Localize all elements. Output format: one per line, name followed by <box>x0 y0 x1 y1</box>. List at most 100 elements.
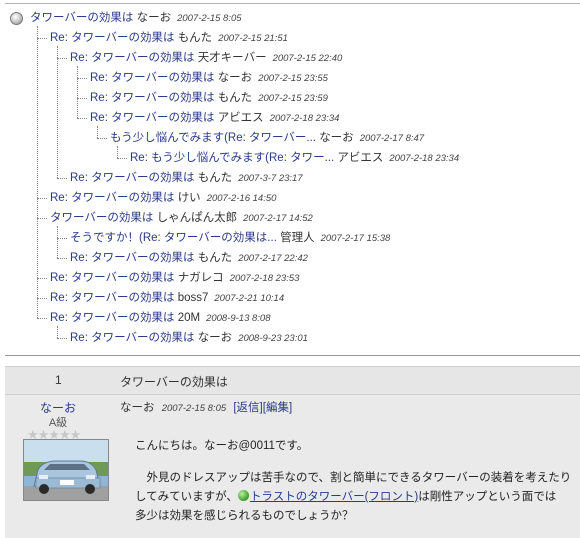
thread-item-date: 2007-2-17 22:42 <box>238 253 308 264</box>
thread-item[interactable]: Re: タワーバーの効果は もんた 2007-2-17 22:42 <box>70 250 308 266</box>
divider <box>5 3 580 4</box>
post-date: 2007-2-15 8:05 <box>161 403 227 414</box>
thread-item-author: アビエス <box>337 152 384 164</box>
thread-item[interactable]: Re: タワーバーの効果は もんた 2007-2-15 21:51 <box>50 30 288 46</box>
thread-item-subject[interactable]: Re: タワーバーの効果は <box>50 312 174 324</box>
thread-item-date: 2007-2-17 8:47 <box>359 133 425 144</box>
edit-link[interactable]: [編集] <box>263 402 292 414</box>
product-link[interactable]: トラストのタワーバー(フロント) <box>250 491 418 503</box>
thread-item-author: もんた <box>197 252 233 264</box>
thread-item[interactable]: Re: タワーバーの効果は アビエス 2007-2-18 23:34 <box>90 110 339 126</box>
thread-item[interactable]: Re: タワーバーの効果は boss7 2007-2-21 10:14 <box>50 290 284 306</box>
tree-connector <box>57 226 58 258</box>
tree-connector <box>77 98 87 99</box>
thread-item[interactable]: タワーバーの効果は なーお 2007-2-15 8:05 <box>30 10 242 26</box>
message-line: してみていますが、 トラストのタワーバー(フロント)は剛性アップという面では <box>135 488 575 507</box>
thread-item-date: 2007-2-17 14:52 <box>243 213 313 224</box>
thread-item[interactable]: Re: タワーバーの効果は 20M 2008-9-13 8:08 <box>50 310 271 326</box>
thread-item-author: しゃんぱん太郎 <box>156 212 238 224</box>
message-line: 外見のドレスアップは苦手なので、割と簡単にできるタワーバーの装着を考えたり <box>135 469 575 488</box>
thread-item-subject[interactable]: Re: タワーバーの効果は <box>70 252 194 264</box>
thread-item-date: 2007-2-15 23:55 <box>258 73 328 84</box>
thread-item[interactable]: Re: タワーバーの効果は なーお 2008-9-23 23:01 <box>70 330 308 346</box>
thread-item-date: 2008-9-23 23:01 <box>238 333 308 344</box>
thread-item-subject[interactable]: Re: タワーバーの効果は <box>50 192 174 204</box>
thread-item-date: 2007-2-18 23:34 <box>269 113 340 124</box>
thread-item-subject[interactable]: Re: もう少し悩んでみます(Re: タワー... <box>130 152 334 164</box>
thread-item[interactable]: Re: タワーバーの効果は 天才キーバー 2007-2-15 22:40 <box>70 50 342 66</box>
reply-link[interactable]: [返信] <box>233 402 262 414</box>
thread-item-author: もんた <box>197 172 233 184</box>
message-greeting: こんにちは。なーお@0011です。 <box>135 440 309 452</box>
thread-tree: タワーバーの効果は なーお 2007-2-15 8:05 Re: タワーバーの効果は… <box>0 0 580 358</box>
tree-connector <box>57 178 67 179</box>
tree-connector <box>57 258 67 259</box>
tree-connector <box>37 298 47 299</box>
thread-item-subject[interactable]: タワーバーの効果は <box>30 12 133 24</box>
thread-item-author: なーお <box>136 12 172 24</box>
tree-connector <box>57 326 58 338</box>
tree-connector <box>37 26 38 318</box>
thread-item-date: 2007-2-15 22:40 <box>272 53 343 64</box>
thread-item-subject[interactable]: Re: タワーバーの効果は <box>50 292 174 304</box>
thread-item-author: もんた <box>217 92 253 104</box>
message-text: 外見のドレスアップは苦手なので、割と簡単にできるタワーバーの装着を考えたり <box>146 472 572 484</box>
thread-item[interactable]: Re: もう少し悩んでみます(Re: タワー... アビエス 2007-2-18 … <box>130 150 459 166</box>
post-header: 1 タワーバーの効果は <box>5 366 580 395</box>
tree-connector <box>77 78 87 79</box>
thread-item-author: なーお <box>217 72 253 84</box>
tree-connector <box>97 138 107 139</box>
tree-connector <box>37 218 47 219</box>
thread-item-subject[interactable]: Re: タワーバーの効果は <box>50 272 174 284</box>
avatar <box>23 439 109 501</box>
tree-connector <box>57 238 67 239</box>
tree-connector <box>37 318 47 319</box>
thread-item-author: boss7 <box>177 292 209 304</box>
thread-item-author: なーお <box>319 132 354 144</box>
thread-item-date: 2007-2-18 23:34 <box>389 153 460 164</box>
thread-item[interactable]: Re: タワーバーの効果は もんた 2007-3-7 23:17 <box>70 170 303 186</box>
thread-item[interactable]: Re: タワーバーの効果は けい 2007-2-16 14:50 <box>50 190 276 206</box>
thread-item-subject[interactable]: Re: タワーバーの効果は <box>90 112 214 124</box>
thread-item-subject[interactable]: タワーバーの効果は <box>50 212 153 224</box>
tree-connector <box>77 66 78 118</box>
thread-item-date: 2007-2-18 23:53 <box>229 273 300 284</box>
tree-connector <box>57 338 67 339</box>
thread-item-subject[interactable]: Re: タワーバーの効果は <box>50 32 174 44</box>
thread-item-subject[interactable]: Re: タワーバーの効果は <box>70 52 194 64</box>
thread-item-subject[interactable]: そうですか！(Re: タワーバーの効果は... <box>70 232 277 244</box>
thread-item-author: ナガレコ <box>177 272 224 284</box>
thread-item-subject[interactable]: もう少し悩んでみます(Re: タワーバー... <box>110 132 316 144</box>
thread-item[interactable]: Re: タワーバーの効果は もんた 2007-2-15 23:59 <box>90 90 328 106</box>
globe-icon <box>237 490 249 501</box>
thread-item-author: 20M <box>177 312 201 324</box>
thread-item[interactable]: Re: タワーバーの効果は ナガレコ 2007-2-18 23:53 <box>50 270 299 286</box>
post-body: なーお A級 ★★★★★ なーお 2007-2-15 8:05 [返信][編集]… <box>5 395 580 538</box>
thread-item[interactable]: Re: タワーバーの効果は なーお 2007-2-15 23:55 <box>90 70 328 86</box>
message-line: 多少は効果を感じられるものでしょうか？ <box>135 510 354 522</box>
post-meta: なーお 2007-2-15 8:05 [返信][編集] <box>120 399 292 415</box>
tree-connector <box>37 38 47 39</box>
post-title: タワーバーの効果は <box>120 375 228 389</box>
thread-item[interactable]: そうですか！(Re: タワーバーの効果は... 管理人 2007-2-17 15:… <box>70 230 390 246</box>
message-text: は剛性アップという面では <box>418 491 557 503</box>
thread-item[interactable]: タワーバーの効果は しゃんぱん太郎 2007-2-17 14:52 <box>50 210 313 226</box>
tree-connector <box>77 118 87 119</box>
thread-item-subject[interactable]: Re: タワーバーの効果は <box>70 172 194 184</box>
post-message: こんにちは。なーお@0011です。 外見のドレスアップは苦手なので、割と簡単にで… <box>135 437 575 526</box>
thread-item-subject[interactable]: Re: タワーバーの効果は <box>90 72 214 84</box>
thread-item-date: 2007-2-17 15:38 <box>320 233 391 244</box>
tree-connector <box>37 278 47 279</box>
post: 1 タワーバーの効果は なーお A級 ★★★★★ なーお 2007-2-15 8… <box>5 366 580 538</box>
thread-item-date: 2007-2-15 23:59 <box>258 93 328 104</box>
thread-item-author: 管理人 <box>280 232 315 244</box>
thread-root-icon <box>10 12 23 25</box>
thread-item-subject[interactable]: Re: タワーバーの効果は <box>70 332 194 344</box>
thread-item-author: けい <box>177 192 201 204</box>
thread-item-date: 2007-2-15 21:51 <box>218 33 288 44</box>
post-author[interactable]: なーお <box>120 402 155 414</box>
thread-item-subject[interactable]: Re: タワーバーの効果は <box>90 92 214 104</box>
thread-item-date: 2007-2-21 10:14 <box>214 293 285 304</box>
thread-item[interactable]: もう少し悩んでみます(Re: タワーバー... なーお 2007-2-17 8:4… <box>110 130 424 146</box>
post-number: 1 <box>55 373 62 387</box>
